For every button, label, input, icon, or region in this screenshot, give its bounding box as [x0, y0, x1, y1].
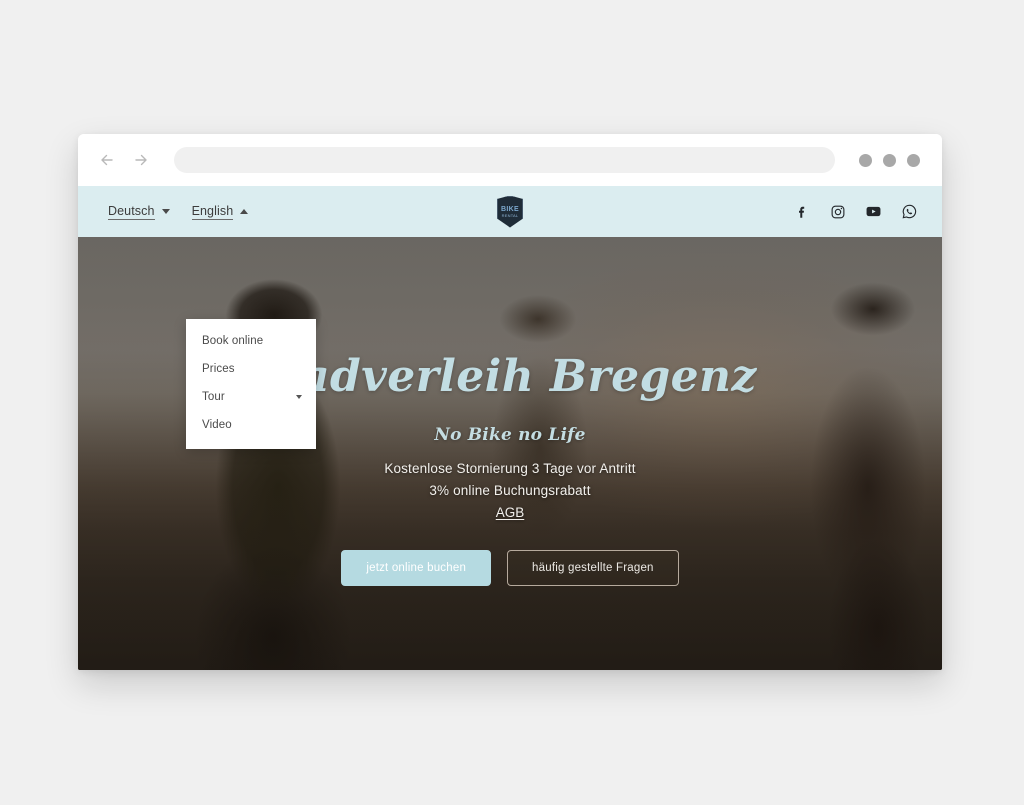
browser-nav-arrows — [96, 149, 152, 171]
logo-badge-shape: BIKE RENTAL — [497, 195, 523, 228]
language-dropdown-menu: Book online Prices Tour Video — [186, 319, 316, 449]
hero-section: Radverleih Bregenz No Bike no Life Koste… — [78, 237, 942, 670]
window-controls — [859, 153, 920, 167]
browser-window: Deutsch English BIKE RENTAL Book online … — [78, 134, 942, 670]
arrow-left-icon[interactable] — [96, 149, 118, 171]
hero-info-line-1: Kostenlose Stornierung 3 Tage vor Antrit… — [384, 460, 636, 476]
social-links — [793, 203, 918, 220]
language-label-deutsch: Deutsch — [108, 203, 155, 220]
window-dot-2[interactable] — [883, 153, 896, 167]
language-label-english: English — [191, 203, 234, 220]
whatsapp-icon[interactable] — [901, 203, 918, 220]
facebook-icon[interactable] — [793, 203, 810, 220]
dropdown-item-tour[interactable]: Tour — [186, 383, 316, 411]
instagram-icon[interactable] — [829, 203, 846, 220]
window-dot-1[interactable] — [859, 153, 872, 167]
site-header: Deutsch English BIKE RENTAL — [78, 186, 942, 237]
logo-text-secondary: RENTAL — [501, 212, 519, 218]
dropdown-label: Tour — [202, 391, 225, 403]
hero-info-line-2: 3% online Buchungsrabatt — [429, 482, 591, 498]
chevron-down-icon — [296, 395, 302, 399]
url-input[interactable] — [174, 147, 835, 173]
dropdown-item-prices[interactable]: Prices — [186, 355, 316, 383]
book-online-button[interactable]: jetzt online buchen — [341, 549, 492, 586]
language-item-english[interactable]: English — [191, 203, 249, 220]
arrow-right-icon[interactable] — [130, 149, 152, 171]
language-selector: Deutsch English — [108, 203, 249, 220]
dropdown-label: Prices — [202, 363, 235, 375]
dropdown-label: Video — [202, 419, 232, 431]
faq-button[interactable]: häufig gestellte Fragen — [507, 549, 679, 586]
logo-text-primary: BIKE — [501, 205, 519, 213]
browser-chrome-bar — [78, 134, 942, 186]
dropdown-item-video[interactable]: Video — [186, 411, 316, 439]
dropdown-item-book-online[interactable]: Book online — [186, 327, 316, 355]
hero-buttons: jetzt online buchen häufig gestellte Fra… — [78, 549, 942, 586]
chevron-up-icon — [240, 209, 249, 214]
youtube-icon[interactable] — [865, 203, 882, 220]
agb-link[interactable]: AGB — [496, 505, 525, 520]
language-item-deutsch[interactable]: Deutsch — [108, 204, 170, 220]
chevron-down-icon — [161, 209, 170, 214]
window-dot-3[interactable] — [907, 153, 920, 167]
bike-rental-logo[interactable]: BIKE RENTAL — [497, 195, 523, 228]
dropdown-label: Book online — [202, 335, 264, 347]
